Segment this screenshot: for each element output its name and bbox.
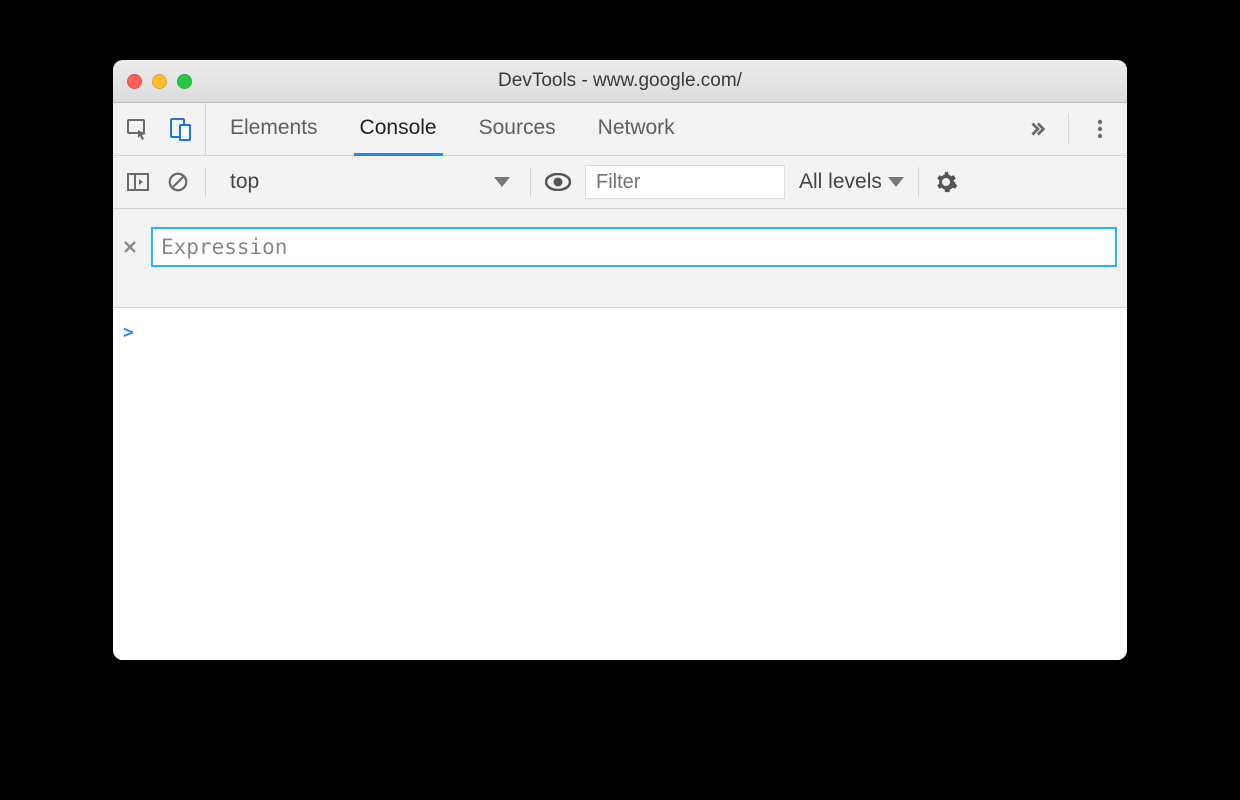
tabbar-left-controls	[113, 103, 206, 155]
close-icon[interactable]	[123, 240, 141, 254]
chevron-down-icon	[888, 177, 904, 187]
window-controls	[127, 74, 192, 89]
context-selector-label: top	[230, 170, 259, 194]
clear-console-icon[interactable]	[165, 169, 191, 195]
minimize-window-button[interactable]	[152, 74, 167, 89]
separator	[205, 167, 206, 197]
console-settings-icon[interactable]	[933, 169, 959, 195]
log-levels-label: All levels	[799, 170, 882, 194]
live-expression-input[interactable]	[151, 227, 1117, 267]
tabbar-right-controls	[1024, 103, 1127, 155]
log-levels-selector[interactable]: All levels	[799, 170, 904, 194]
live-expression-row	[113, 209, 1127, 308]
separator	[918, 167, 919, 197]
live-expression-icon[interactable]	[545, 169, 571, 195]
panel-tabs: Elements Console Sources Network	[224, 103, 1024, 155]
separator	[1068, 114, 1069, 144]
tab-sources[interactable]: Sources	[473, 103, 562, 156]
devtools-window: DevTools - www.google.com/ Elements Cons…	[113, 60, 1127, 660]
console-toolbar: top All levels	[113, 156, 1127, 209]
window-title: DevTools - www.google.com/	[113, 70, 1127, 92]
kebab-menu-icon[interactable]	[1087, 116, 1113, 142]
inspect-element-icon[interactable]	[125, 116, 151, 142]
console-prompt: >	[123, 322, 134, 343]
device-toolbar-icon[interactable]	[167, 116, 193, 142]
close-window-button[interactable]	[127, 74, 142, 89]
separator	[530, 167, 531, 197]
tab-console[interactable]: Console	[354, 103, 443, 156]
context-selector[interactable]: top	[220, 165, 516, 199]
panel-tabbar: Elements Console Sources Network	[113, 103, 1127, 156]
more-tabs-icon[interactable]	[1024, 116, 1050, 142]
tab-elements[interactable]: Elements	[224, 103, 324, 156]
toggle-sidebar-icon[interactable]	[125, 169, 151, 195]
tab-network[interactable]: Network	[592, 103, 681, 156]
titlebar: DevTools - www.google.com/	[113, 60, 1127, 103]
chevron-down-icon	[494, 177, 510, 187]
zoom-window-button[interactable]	[177, 74, 192, 89]
console-output[interactable]: >	[113, 308, 1127, 660]
filter-input[interactable]	[585, 165, 785, 199]
